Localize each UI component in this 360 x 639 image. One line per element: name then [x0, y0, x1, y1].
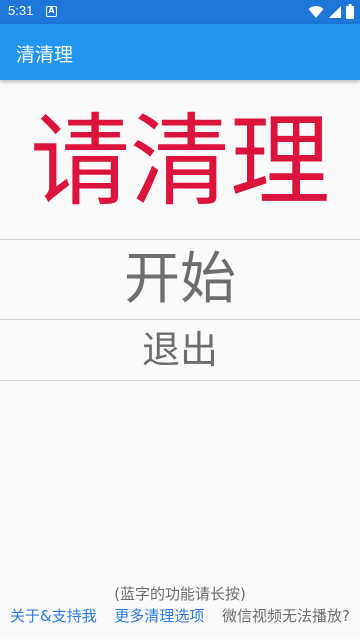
wifi-icon: [308, 5, 324, 18]
more-clean-options-link[interactable]: 更多清理选项: [114, 605, 204, 626]
bottom-links: 关于&支持我 更多清理选项 微信视频无法播放?: [0, 605, 360, 626]
status-time: 5:31: [8, 3, 34, 18]
app-bar: 清清理: [0, 24, 360, 80]
long-press-hint: (蓝字的功能请长按): [114, 585, 246, 603]
big-title: 请清理: [30, 103, 330, 220]
status-bar: 5:31 A: [0, 0, 360, 24]
divider: [0, 319, 360, 320]
wechat-video-help-link[interactable]: 微信视频无法播放?: [222, 605, 350, 626]
start-button[interactable]: 开始: [0, 241, 360, 319]
signal-icon: [329, 5, 341, 18]
a-letter-icon: A: [46, 6, 57, 17]
app-title: 清清理: [16, 44, 74, 66]
about-support-link[interactable]: 关于&支持我: [10, 605, 97, 626]
divider: [0, 239, 360, 240]
divider: [0, 380, 360, 381]
exit-button[interactable]: 退出: [0, 321, 360, 379]
battery-icon: [346, 4, 354, 19]
status-icons: [308, 4, 354, 19]
